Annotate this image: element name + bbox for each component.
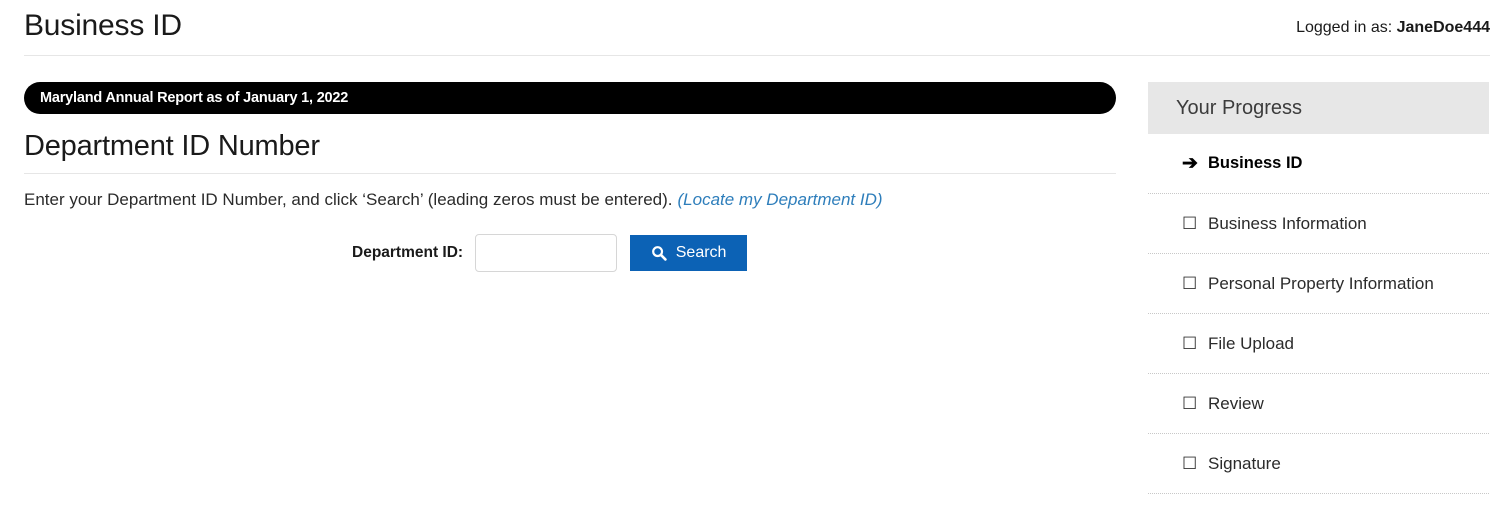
search-button[interactable]: Search [630, 235, 748, 272]
sidebar-item-label: Business Information [1208, 213, 1367, 233]
logged-in-label: Logged in as: [1296, 19, 1393, 36]
report-banner-text: Maryland Annual Report as of January 1, … [40, 90, 349, 106]
progress-title: Your Progress [1176, 96, 1302, 119]
section-heading-divider [24, 173, 1116, 175]
sidebar-item-label: Business ID [1208, 154, 1303, 172]
arrow-right-icon: ➔ [1182, 153, 1198, 174]
sidebar-item-label: File Upload [1208, 333, 1294, 353]
sidebar-item-review[interactable]: ☐ Review [1148, 374, 1489, 434]
sidebar-item-file-upload[interactable]: ☐ File Upload [1148, 314, 1489, 374]
checkbox-icon: ☐ [1182, 454, 1198, 473]
checkbox-icon: ☐ [1182, 214, 1198, 233]
logged-in-status: Logged in as: JaneDoe444 [1296, 19, 1490, 37]
sidebar-item-personal-property-information[interactable]: ☐ Personal Property Information [1148, 254, 1489, 314]
header-divider [24, 55, 1490, 56]
sidebar-item-business-information[interactable]: ☐ Business Information [1148, 194, 1489, 254]
department-id-form: Department ID: Search [0, 234, 1140, 273]
progress-sidebar: Your Progress ➔ Business ID ☐ Business I… [1148, 82, 1489, 494]
page-title: Business ID [24, 9, 182, 42]
sidebar-item-signature[interactable]: ☐ Signature [1148, 434, 1489, 494]
locate-department-id-link[interactable]: (Locate my Department ID) [678, 190, 883, 209]
checkbox-icon: ☐ [1182, 334, 1198, 353]
instructions-text: Enter your Department ID Number, and cli… [24, 188, 1140, 212]
department-id-label: Department ID: [352, 244, 464, 262]
search-button-label: Search [675, 244, 727, 262]
username-value: JaneDoe444 [1396, 19, 1490, 36]
instructions-sentence: Enter your Department ID Number, and cli… [24, 190, 673, 210]
sidebar-item-business-id[interactable]: ➔ Business ID [1148, 134, 1489, 194]
progress-list: ➔ Business ID ☐ Business Information ☐ P… [1148, 134, 1489, 494]
report-banner: Maryland Annual Report as of January 1, … [24, 82, 1116, 114]
search-icon [651, 245, 667, 261]
sidebar-item-label: Personal Property Information [1208, 273, 1434, 293]
top-header: Business ID Logged in as: JaneDoe444 [0, 0, 1512, 62]
sidebar-item-label: Signature [1208, 453, 1281, 473]
main-content: Maryland Annual Report as of January 1, … [0, 62, 1140, 273]
checkbox-icon: ☐ [1182, 394, 1198, 413]
section-heading: Department ID Number [24, 130, 320, 162]
checkbox-icon: ☐ [1182, 274, 1198, 293]
department-id-input[interactable] [475, 234, 618, 273]
sidebar-item-label: Review [1208, 393, 1264, 413]
progress-header: Your Progress [1148, 82, 1489, 134]
